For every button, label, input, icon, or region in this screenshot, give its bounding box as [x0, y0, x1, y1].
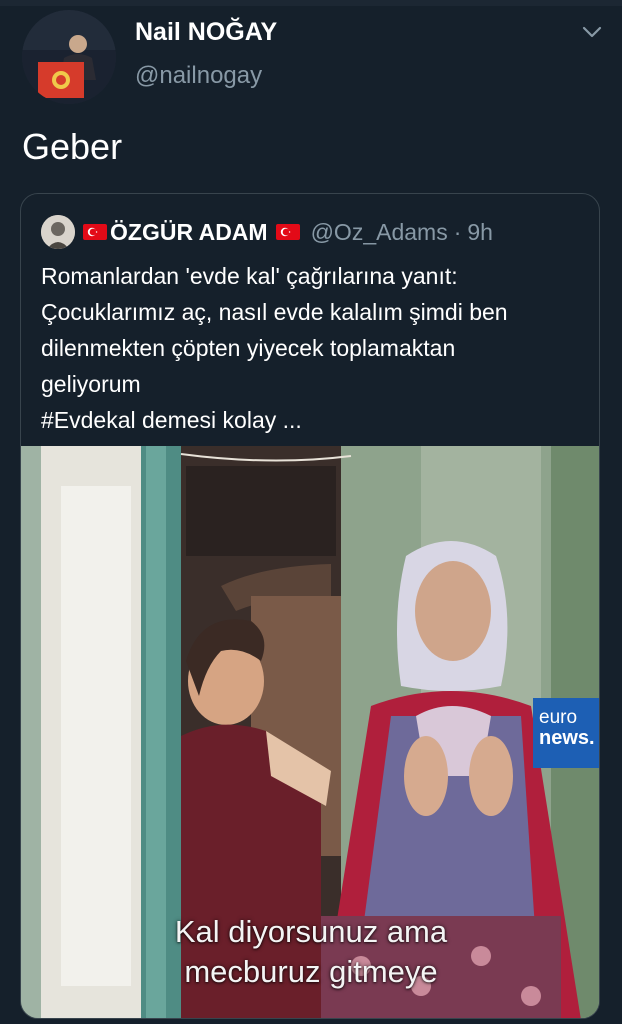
logo-text: news.	[539, 727, 595, 749]
euronews-logo: euro news.	[533, 698, 599, 768]
quoted-text-line: Romanlardan 'evde kal' çağrılarına yanıt…	[41, 263, 458, 289]
logo-text: euro	[539, 707, 578, 728]
video-subtitle-line: mecburuz gitmeye	[184, 954, 438, 989]
author-avatar[interactable]	[22, 10, 116, 104]
top-divider	[0, 0, 622, 6]
quoted-tweet-header: ÖZGÜR ADAM @Oz_Adams · 9h	[41, 212, 493, 252]
author-name[interactable]: Nail NOĞAY	[135, 18, 277, 47]
quoted-text-hashtag-line[interactable]: #Evdekal demesi kolay ...	[41, 402, 586, 438]
video-player[interactable]: Kal diyorsunuz ama mecburuz gitmeye euro…	[21, 446, 599, 1018]
video-subtitle-line: Kal diyorsunuz ama	[174, 914, 448, 949]
chevron-down-icon[interactable]	[580, 20, 604, 44]
quoted-tweet-text: Romanlardan 'evde kal' çağrılarına yanıt…	[41, 258, 586, 438]
quoted-text-line: Çocuklarımız aç, nasıl evde kalalım şimd…	[41, 299, 508, 325]
author-handle[interactable]: @nailnogay	[135, 62, 262, 90]
quoted-text-line: geliyorum	[41, 371, 141, 397]
turkey-flag-icon	[83, 224, 107, 240]
quoted-author-avatar[interactable]	[41, 215, 75, 249]
quoted-text-line: dilenmekten çöpten yiyecek toplamaktan	[41, 335, 456, 361]
author-avatar-image	[22, 10, 116, 104]
quoted-avatar-image	[41, 215, 75, 249]
separator-dot: ·	[453, 218, 462, 245]
quoted-tweet-card[interactable]: ÖZGÜR ADAM @Oz_Adams · 9h Romanlardan 'e…	[20, 193, 600, 1019]
turkey-flag-icon	[275, 224, 300, 240]
tweet-text: Geber	[22, 126, 123, 167]
quoted-tweet-time[interactable]: 9h	[467, 219, 493, 246]
quoted-author-name[interactable]: ÖZGÜR ADAM	[110, 219, 268, 246]
quoted-author-handle[interactable]: @Oz_Adams	[311, 219, 448, 246]
